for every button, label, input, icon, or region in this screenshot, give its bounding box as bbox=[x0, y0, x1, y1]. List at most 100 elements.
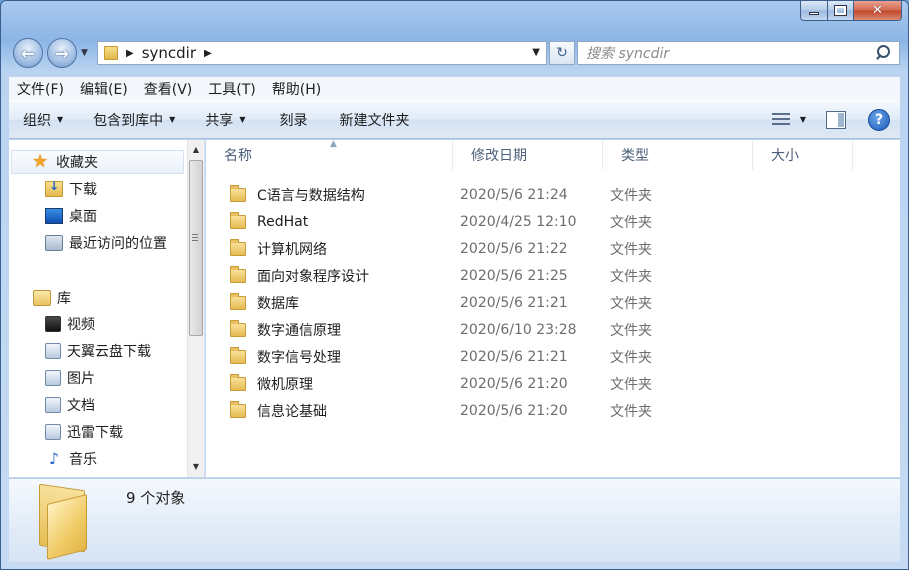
organize-label: 组织 bbox=[23, 112, 51, 129]
file-date: 2020/5/6 21:21 bbox=[460, 294, 568, 311]
column-name[interactable]: ▲ 名称 bbox=[206, 139, 453, 170]
column-label: 修改日期 bbox=[471, 148, 527, 164]
menu-edit[interactable]: 编辑(E) bbox=[72, 79, 136, 99]
sidebar-item-desktop[interactable]: 桌面 bbox=[45, 204, 97, 228]
menu-help[interactable]: 帮助(H) bbox=[264, 79, 329, 99]
table-row[interactable]: C语言与数据结构 2020/5/6 21:24 文件夹 bbox=[206, 181, 736, 208]
share-label: 共享 bbox=[205, 112, 234, 129]
caption-buttons: ✕ bbox=[800, 1, 902, 23]
recent-pages-dropdown[interactable]: ▼ bbox=[81, 48, 88, 58]
maximize-icon bbox=[834, 5, 847, 16]
sidebar-item-downloads[interactable]: 下载 bbox=[45, 177, 97, 201]
recent-places-icon bbox=[45, 235, 63, 251]
item-count: 9 个对象 bbox=[126, 489, 186, 507]
menu-view[interactable]: 查看(V) bbox=[136, 79, 201, 99]
chevron-down-icon: ▼ bbox=[169, 115, 176, 124]
sidebar-item-label: 收藏夹 bbox=[56, 155, 98, 171]
help-icon[interactable]: ? bbox=[868, 108, 890, 131]
menu-tools[interactable]: 工具(T) bbox=[200, 79, 263, 99]
breadcrumb-syncdir[interactable]: syncdir bbox=[142, 44, 196, 62]
folder-icon bbox=[230, 184, 246, 202]
refresh-icon: ↻ bbox=[556, 45, 568, 61]
sidebar-item-libraries[interactable]: 库 bbox=[33, 286, 71, 310]
sidebar-item-label: 音乐 bbox=[69, 452, 97, 468]
sidebar-item-xunlei[interactable]: 迅雷下载 bbox=[45, 420, 123, 444]
minimize-button[interactable] bbox=[800, 1, 828, 21]
address-dropdown-icon[interactable]: ▼ bbox=[532, 47, 540, 58]
table-row[interactable]: 数字通信原理 2020/6/10 23:28 文件夹 bbox=[206, 316, 736, 343]
file-type: 文件夹 bbox=[610, 403, 652, 420]
music-note-icon: ♪ bbox=[48, 449, 60, 468]
scroll-up-icon[interactable]: ▲ bbox=[188, 142, 204, 158]
file-date: 2020/4/25 12:10 bbox=[460, 213, 577, 230]
file-name: C语言与数据结构 bbox=[257, 187, 365, 204]
search-icon[interactable] bbox=[873, 43, 893, 63]
search-input[interactable]: 搜索 syncdir bbox=[586, 43, 873, 63]
sidebar-item-music[interactable]: ♪ 音乐 bbox=[45, 447, 97, 471]
sidebar-item-documents[interactable]: 文档 bbox=[45, 393, 95, 417]
file-name: 数字通信原理 bbox=[257, 322, 341, 339]
documents-library-icon bbox=[45, 397, 61, 413]
sidebar-item-pictures[interactable]: 图片 bbox=[45, 366, 95, 390]
breadcrumb-separator-icon[interactable]: ▶ bbox=[126, 48, 134, 59]
table-row[interactable]: 计算机网络 2020/5/6 21:22 文件夹 bbox=[206, 235, 736, 262]
folder-icon bbox=[230, 400, 246, 418]
table-row[interactable]: RedHat 2020/4/25 12:10 文件夹 bbox=[206, 208, 736, 235]
file-type: 文件夹 bbox=[610, 349, 652, 366]
file-date: 2020/5/6 21:22 bbox=[460, 240, 568, 257]
table-row[interactable]: 信息论基础 2020/5/6 21:20 文件夹 bbox=[206, 397, 736, 424]
sidebar-item-favorites[interactable]: ★ 收藏夹 bbox=[11, 150, 184, 174]
new-folder-label: 新建文件夹 bbox=[339, 112, 410, 129]
folder-icon bbox=[230, 319, 246, 337]
column-date-modified[interactable]: 修改日期 bbox=[453, 140, 603, 170]
preview-pane-icon[interactable] bbox=[826, 110, 846, 129]
file-name: 数字信号处理 bbox=[257, 349, 341, 366]
close-button[interactable]: ✕ bbox=[854, 1, 902, 21]
breadcrumb-separator-icon[interactable]: ▶ bbox=[204, 48, 212, 59]
forward-button[interactable]: → bbox=[47, 38, 77, 68]
file-type: 文件夹 bbox=[610, 322, 652, 339]
folder-icon bbox=[230, 292, 246, 310]
scroll-down-icon[interactable]: ▼ bbox=[188, 459, 204, 475]
column-type[interactable]: 类型 bbox=[603, 140, 753, 170]
file-name: 信息论基础 bbox=[257, 403, 327, 420]
view-options-chevron-icon[interactable]: ▼ bbox=[800, 115, 806, 124]
arrow-right-icon: → bbox=[55, 43, 69, 63]
navigation-row: ← → ▼ ▶ syncdir ▶ ▼ ↻ 搜索 syncdir bbox=[11, 37, 900, 69]
navpane-scrollbar[interactable]: ▲ ▼ bbox=[187, 140, 204, 477]
file-type: 文件夹 bbox=[610, 295, 652, 312]
table-row[interactable]: 数据库 2020/5/6 21:21 文件夹 bbox=[206, 289, 736, 316]
library-folder-icon bbox=[45, 343, 61, 359]
maximize-button[interactable] bbox=[828, 1, 854, 21]
sidebar-item-tianyi[interactable]: 天翼云盘下载 bbox=[45, 339, 151, 363]
view-details-icon[interactable] bbox=[771, 112, 792, 128]
folder-icon bbox=[230, 238, 246, 256]
table-row[interactable]: 数字信号处理 2020/5/6 21:21 文件夹 bbox=[206, 343, 736, 370]
scrollbar-thumb[interactable] bbox=[189, 160, 203, 336]
minimize-icon bbox=[809, 12, 819, 15]
back-button[interactable]: ← bbox=[13, 38, 43, 68]
arrow-left-icon: ← bbox=[21, 43, 35, 63]
file-name: 面向对象程序设计 bbox=[257, 268, 369, 285]
sidebar-item-videos[interactable]: 视频 bbox=[45, 312, 95, 336]
share-button[interactable]: 共享 ▼ bbox=[187, 101, 257, 138]
sidebar-item-label: 迅雷下载 bbox=[67, 425, 123, 441]
file-name: 数据库 bbox=[257, 295, 299, 312]
menu-file[interactable]: 文件(F) bbox=[9, 79, 72, 99]
organize-button[interactable]: 组织 ▼ bbox=[9, 101, 75, 138]
chevron-down-icon: ▼ bbox=[57, 115, 64, 124]
burn-button[interactable]: 刻录 bbox=[257, 101, 319, 138]
table-row[interactable]: 微机原理 2020/5/6 21:20 文件夹 bbox=[206, 370, 736, 397]
address-bar[interactable]: ▶ syncdir ▶ ▼ bbox=[97, 41, 547, 65]
desktop-icon bbox=[45, 208, 63, 224]
sidebar-item-recent[interactable]: 最近访问的位置 bbox=[45, 231, 167, 255]
sidebar-item-label: 库 bbox=[57, 291, 71, 307]
table-row[interactable]: 面向对象程序设计 2020/5/6 21:25 文件夹 bbox=[206, 262, 736, 289]
nav-buttons: ← → ▼ bbox=[11, 37, 95, 69]
burn-label: 刻录 bbox=[279, 112, 308, 129]
refresh-button[interactable]: ↻ bbox=[549, 41, 575, 65]
search-box[interactable]: 搜索 syncdir bbox=[577, 41, 900, 65]
include-in-library-label: 包含到库中 bbox=[93, 112, 164, 129]
include-in-library-button[interactable]: 包含到库中 ▼ bbox=[75, 101, 187, 138]
column-size[interactable]: 大小 bbox=[753, 140, 853, 170]
